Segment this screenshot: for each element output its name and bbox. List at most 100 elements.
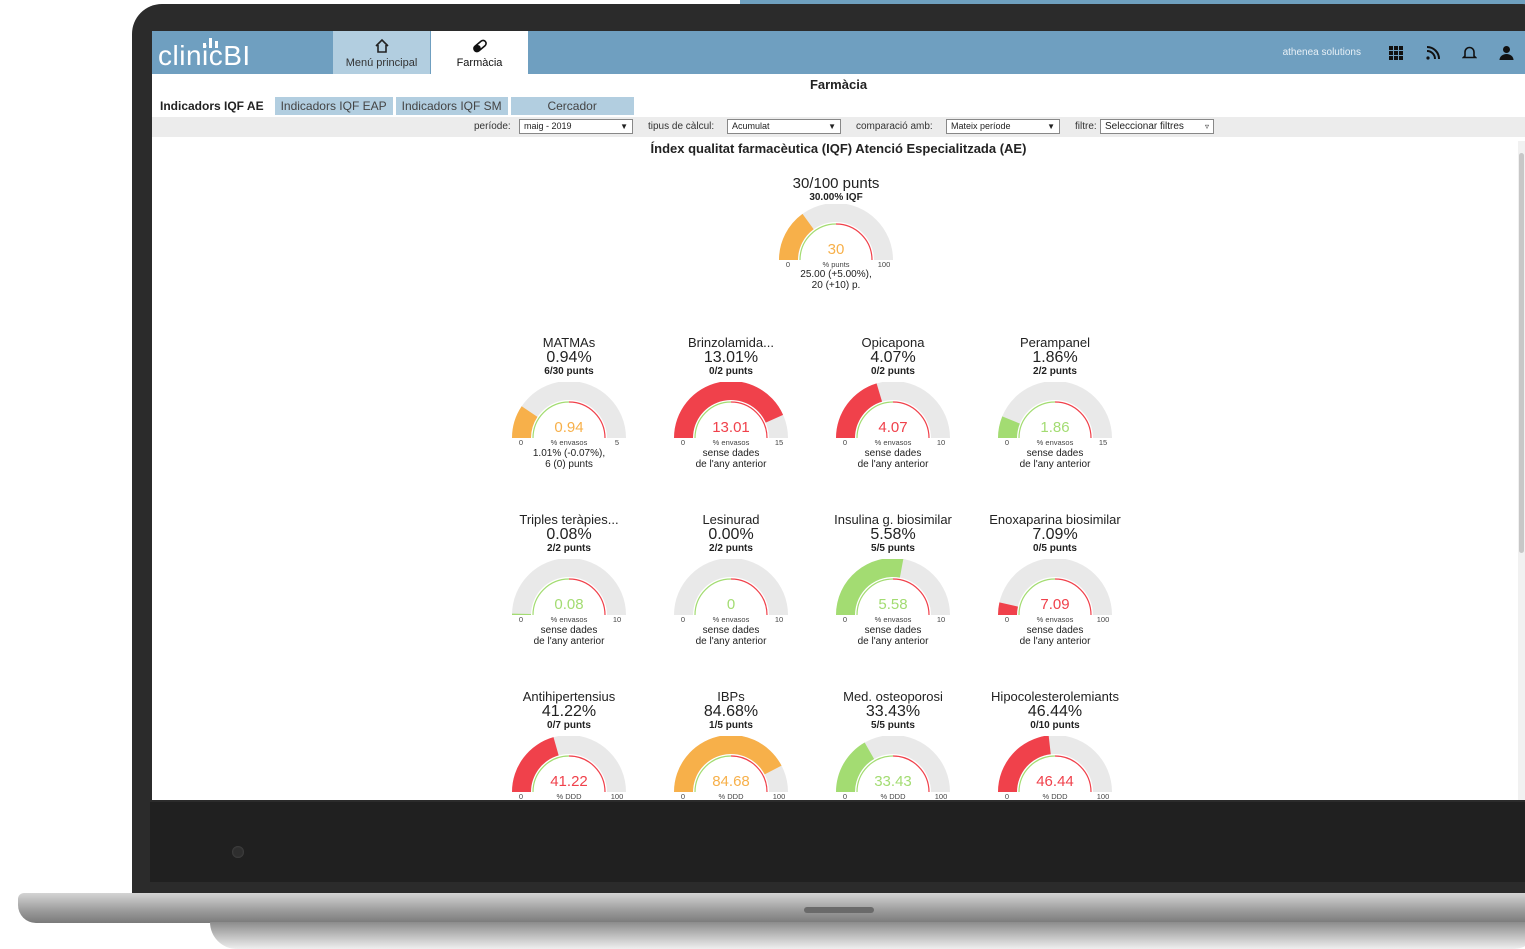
comparacio-value: Mateix període	[951, 121, 1011, 131]
indicator-gauge-chart: 13.01 % envasos 0 15	[674, 382, 788, 447]
indicator-percent: 33.43%	[865, 703, 921, 720]
chevron-down-icon: ▼	[1047, 122, 1055, 131]
indicator-foot-2: de l'any anterior	[533, 636, 605, 647]
indicator-gauge[interactable]: Enoxaparina biosimilar 7.09% 0/5 punts 7.09…	[975, 512, 1135, 648]
indicator-points: 6/30 punts	[544, 366, 594, 377]
top-bar: clinicBI Menú principal Farmàcia athenea…	[152, 31, 1525, 74]
user-icon[interactable]	[1488, 31, 1525, 74]
indicator-gauge-chart: 41.22 % DDD 0 100	[512, 736, 626, 800]
indicator-gauge-chart: 1.86 % envasos 0 15	[998, 382, 1112, 447]
gauge-max-label: 100	[878, 260, 891, 269]
indicator-percent: 0.08%	[546, 526, 592, 543]
indicator-gauge[interactable]: Lesinurad 0.00% 2/2 punts 0 % envasos 0 10 sens…	[651, 513, 811, 647]
tab-cercador[interactable]: Cercador	[510, 97, 634, 115]
indicator-percent: 0.94%	[546, 349, 592, 366]
gauge-unit-label: % DDD	[718, 792, 744, 800]
tab-indicadors-iqf-eap[interactable]: Indicadors IQF EAP	[274, 97, 393, 115]
gauge-max-label: 10	[613, 615, 621, 624]
periode-select[interactable]: maig - 2019 ▼	[519, 119, 633, 134]
indicator-gauge-chart: 33.43 % DDD 0 100	[836, 736, 950, 800]
indicator-name: Enoxaparina biosimilar	[989, 512, 1121, 527]
calcul-value: Acumulat	[732, 121, 770, 131]
indicator-name: IBPs	[717, 689, 745, 704]
indicator-gauge[interactable]: Hipocolesterolemiants 46.44% 0/10 punts 46.…	[975, 690, 1135, 801]
indicator-gauge[interactable]: Med. osteoporosi 33.43% 5/5 punts 33.43 % DD…	[813, 690, 973, 800]
comparacio-select[interactable]: Mateix període ▼	[946, 119, 1060, 134]
gauge-value-label: 0	[727, 596, 735, 613]
indicator-gauge[interactable]: Opicapona 4.07% 0/2 punts 4.07 % envasos 0 10 s…	[813, 336, 973, 470]
gauge-value-label: 7.09	[1040, 596, 1069, 613]
indicator-gauge-chart: 4.07 % envasos 0 10	[836, 382, 950, 447]
gauge-max-label: 10	[775, 615, 783, 624]
indicator-foot-2: de l'any anterior	[1019, 636, 1091, 647]
rss-feed-icon[interactable]	[1414, 31, 1451, 74]
gauge-unit-label: % DDD	[556, 792, 582, 800]
gauge-unit-label: % DDD	[880, 792, 906, 800]
indicator-name: Lesinurad	[702, 512, 760, 527]
gauge-value-label: 84.68	[712, 773, 750, 790]
gauge-max-label: 5	[615, 438, 619, 447]
gauge-unit-label: % envasos	[713, 438, 750, 447]
gauge-min-label: 0	[786, 260, 790, 269]
indicator-gauge[interactable]: Insulina g. biosimilar 5.58% 5/5 punts 5.58…	[813, 512, 973, 648]
gauge-unit-label: % DDD	[1042, 792, 1068, 800]
indicator-foot-2: de l'any anterior	[695, 636, 767, 647]
scrollbar-thumb[interactable]	[1519, 153, 1524, 553]
logo-bars-icon	[203, 38, 218, 48]
indicator-points: 0/10 punts	[1030, 720, 1080, 731]
page-title: Farmàcia	[809, 77, 868, 92]
indicator-name: MATMAs	[542, 335, 596, 350]
top-right-tools: athenea solutions	[1283, 31, 1525, 74]
dashboard-title: Índex qualitat farmacèutica (IQF) Atenci…	[650, 141, 1027, 156]
indicator-foot-1: 1.01% (-0.07%),	[532, 448, 606, 459]
user-name[interactable]: athenea solutions	[1283, 47, 1361, 58]
gauge-value-label: 33.43	[874, 773, 912, 790]
gauge-value-label: 46.44	[1036, 773, 1074, 790]
indicator-gauge[interactable]: Perampanel 1.86% 2/2 punts 1.86 % envasos 0 15…	[975, 336, 1135, 470]
filter-bar: període: maig - 2019 ▼ tipus de càlcul: A…	[152, 117, 1525, 137]
indicator-name: Med. osteoporosi	[843, 689, 943, 704]
indicator-foot-1: sense dades	[864, 625, 922, 636]
tab-indicadors-iqf-sm[interactable]: Indicadors IQF SM	[395, 97, 508, 115]
indicator-gauge[interactable]: Brinzolamida... 13.01% 0/2 punts 13.01 % env…	[651, 336, 811, 470]
summary-subtitle: 30.00% IQF	[809, 192, 863, 203]
indicator-name: Antihipertensius	[522, 689, 616, 704]
tab-indicadors-iqf-ae[interactable]: Indicadors IQF AE	[152, 97, 272, 115]
vertical-scrollbar[interactable]	[1518, 141, 1525, 800]
indicator-foot-1: sense dades	[540, 625, 598, 636]
indicator-points: 2/2 punts	[709, 543, 753, 554]
indicator-points: 2/2 punts	[547, 543, 591, 554]
gauge-value-arc	[836, 383, 883, 438]
gauge-max-label: 100	[1097, 792, 1110, 800]
iqf-summary-gauge[interactable]: 30/100 punts 30.00% IQF 30 % punts 0 100 25…	[751, 176, 921, 291]
chevron-down-icon: ▿	[1204, 122, 1209, 131]
gauge-min-label: 0	[1005, 438, 1009, 447]
indicator-points: 0/7 punts	[547, 720, 591, 731]
indicator-name: Insulina g. biosimilar	[834, 512, 952, 527]
indicator-foot-1: sense dades	[1026, 625, 1084, 636]
indicator-gauge[interactable]: Triples teràpies... 0.08% 2/2 punts 0.08 % e…	[489, 513, 649, 647]
indicator-gauge[interactable]: Antihipertensius 41.22% 0/7 punts 41.22 % DD…	[489, 690, 649, 800]
gauge-min-label: 0	[519, 615, 523, 624]
filtre-select[interactable]: Seleccionar filtres ▿	[1100, 119, 1214, 134]
calcul-select[interactable]: Acumulat ▼	[727, 119, 841, 134]
indicator-gauge[interactable]: MATMAs 0.94% 6/30 punts 0.94 % envasos 0 5 1.01…	[489, 336, 649, 470]
nav-tab-farmacia[interactable]: Farmàcia	[431, 31, 528, 74]
indicator-gauge[interactable]: IBPs 84.68% 1/5 punts 84.68 % DDD 0 100	[651, 690, 811, 800]
gauge-value-label: 1.86	[1040, 419, 1069, 436]
bell-icon[interactable]	[1451, 31, 1488, 74]
nav-tab-menu-principal[interactable]: Menú principal	[333, 31, 430, 74]
gauge-unit-label: % envasos	[875, 438, 912, 447]
app-logo[interactable]: clinicBI	[158, 31, 328, 74]
gauge-value-label: 13.01	[712, 419, 750, 436]
periode-value: maig - 2019	[524, 121, 572, 131]
comparacio-label: comparació amb:	[856, 121, 933, 132]
indicator-foot-2: de l'any anterior	[857, 636, 929, 647]
indicator-foot-1: sense dades	[864, 448, 922, 459]
indicator-percent: 7.09%	[1032, 526, 1078, 543]
gauge-min-label: 0	[681, 792, 685, 800]
indicator-foot-1: sense dades	[702, 448, 760, 459]
apps-grid-icon[interactable]	[1377, 31, 1414, 74]
gauge-unit-label: % envasos	[1037, 438, 1074, 447]
gauge-min-label: 0	[519, 792, 523, 800]
